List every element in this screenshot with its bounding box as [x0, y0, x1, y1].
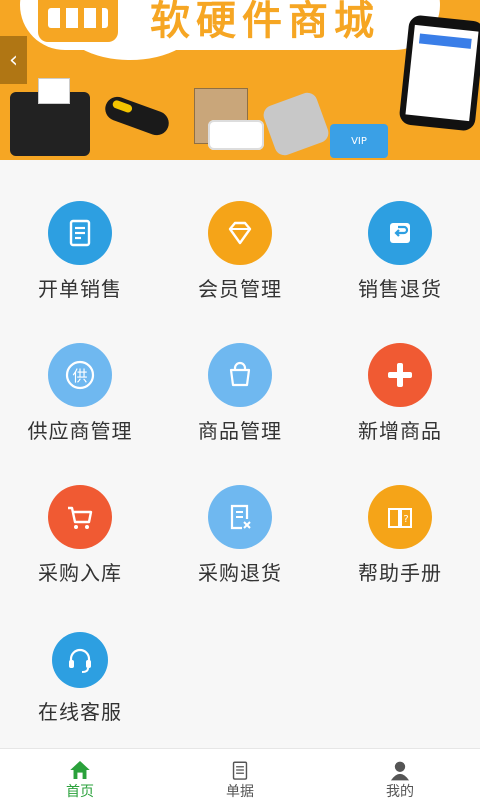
menu-item-suppliers[interactable]: 供 供应商管理: [0, 302, 160, 444]
note-edit-icon: [48, 201, 112, 265]
menu-item-label: 新增商品: [358, 419, 442, 443]
menu-item-label: 商品管理: [198, 419, 282, 443]
menu-item-add-product[interactable]: 新增商品: [320, 302, 480, 444]
tab-home[interactable]: 首页: [0, 749, 160, 801]
menu-item-label: 开单销售: [38, 277, 122, 301]
cart-icon: [48, 485, 112, 549]
diamond-icon: [208, 201, 272, 265]
menu-item-label: 采购入库: [38, 561, 122, 585]
paper-rolls-image: [208, 120, 264, 150]
clipboard-icon: [232, 761, 248, 780]
menu-item-purchase-return[interactable]: 采购退货: [160, 444, 320, 586]
barcode-scanner-image: [101, 93, 173, 139]
vip-card-image: VIP: [330, 124, 388, 158]
plus-icon: [368, 343, 432, 407]
receipt-printer-image: [10, 78, 90, 156]
menu-item-sales-return[interactable]: 销售退货: [320, 160, 480, 302]
shopping-bag-icon: [208, 343, 272, 407]
menu-item-label: 帮助手册: [358, 561, 442, 585]
tab-orders-label: 单据: [226, 784, 254, 800]
home-icon: [70, 760, 90, 780]
menu-item-online-service[interactable]: 在线客服: [0, 586, 160, 728]
banner-prev-arrow-icon[interactable]: ‹: [0, 36, 27, 84]
promo-banner[interactable]: 软硬件商城 ‹ VIP: [0, 0, 480, 160]
menu-item-members[interactable]: 会员管理: [160, 160, 320, 302]
user-icon: [390, 761, 410, 781]
banner-cart-icon: [38, 0, 118, 42]
document-x-icon: [208, 485, 272, 549]
menu-item-purchase-in[interactable]: 采购入库: [0, 444, 160, 586]
tab-profile[interactable]: 我的: [320, 749, 480, 801]
return-box-icon: [368, 201, 432, 265]
phone-image: [398, 14, 480, 132]
svg-text:供: 供: [72, 367, 87, 385]
menu-item-label: 在线客服: [38, 700, 122, 724]
menu-item-help[interactable]: ? 帮助手册: [320, 444, 480, 586]
svg-text:?: ?: [403, 514, 408, 525]
tab-orders[interactable]: 单据: [160, 749, 320, 801]
menu-item-sales[interactable]: 开单销售: [0, 160, 160, 302]
menu-item-label: 采购退货: [198, 561, 282, 585]
banner-title: 软硬件商城: [150, 0, 380, 44]
bottom-tab-bar: 首页 单据 我的: [0, 748, 480, 801]
help-book-icon: ?: [368, 485, 432, 549]
tab-profile-label: 我的: [386, 784, 414, 800]
tab-home-label: 首页: [66, 784, 94, 800]
card-reader-image: [260, 89, 332, 159]
menu-item-products[interactable]: 商品管理: [160, 302, 320, 444]
menu-item-label: 销售退货: [358, 277, 442, 301]
menu-item-label: 会员管理: [198, 277, 282, 301]
supplier-badge-icon: 供: [48, 343, 112, 407]
headset-icon: [52, 632, 108, 688]
menu-item-label: 供应商管理: [27, 419, 133, 443]
